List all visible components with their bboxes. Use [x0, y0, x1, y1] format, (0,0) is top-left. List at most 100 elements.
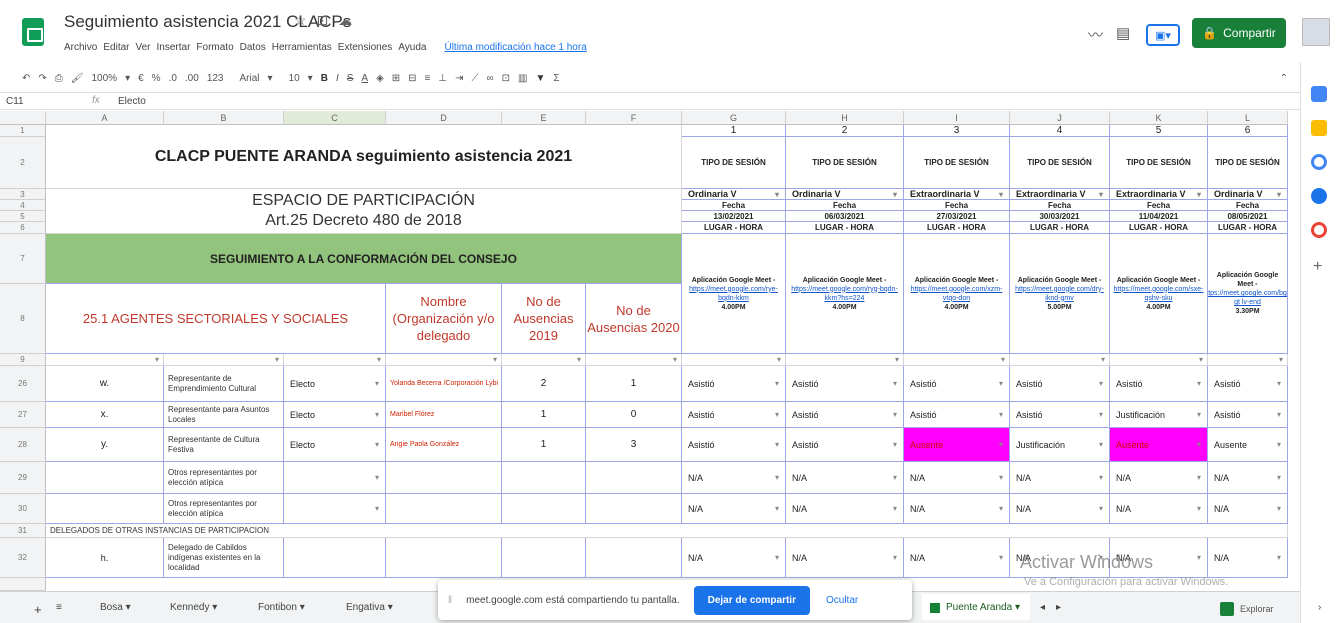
attendance-dropdown-cell[interactable]: N/A	[1010, 494, 1110, 524]
text-wrap-icon[interactable]: ⇥	[455, 73, 463, 84]
chevron-down-icon[interactable]	[893, 410, 897, 419]
session-class-dropdown[interactable]: Ordinaria V	[786, 189, 904, 200]
attendance-dropdown-cell[interactable]: N/A	[682, 538, 786, 578]
filter-dropdown-icon[interactable]: ▾	[275, 355, 279, 364]
session-type-header-cell[interactable]: TIPO DE SESIÓN	[1010, 137, 1110, 189]
move-folder-icon[interactable]: ⊡	[317, 12, 339, 28]
meet-link[interactable]: https://meet.google.com/dry-iknd-gmv	[1013, 285, 1106, 303]
session-meet-cell[interactable]: Aplicación Google Meet -https://meet.goo…	[1110, 234, 1208, 354]
chevron-down-icon[interactable]	[893, 504, 897, 513]
meet-link[interactable]: https://meet.google.com/xzm-vtqo-don	[907, 285, 1006, 303]
avatar[interactable]	[1302, 18, 1330, 46]
strikethrough-button[interactable]: S	[347, 73, 354, 84]
chevron-down-icon[interactable]: ▾	[268, 73, 273, 84]
row-header[interactable]: 1	[0, 125, 46, 137]
fill-color-icon[interactable]: ◈	[376, 73, 384, 84]
chevron-down-icon[interactable]	[775, 379, 779, 388]
row-header[interactable]: 30	[0, 494, 46, 524]
explore-button[interactable]: Explorar	[1220, 600, 1284, 618]
meet-link[interactable]: https://meet.google.com/rye-bqdn-kkm	[685, 285, 782, 303]
fecha-label-cell[interactable]: Fecha	[682, 200, 786, 211]
nombre-cell[interactable]: Angie Paola González	[386, 428, 502, 462]
meet-link[interactable]: https://meet.google.com/sxe-qshv-sku	[1113, 285, 1204, 303]
column-header-i[interactable]: I	[904, 111, 1010, 125]
attendance-dropdown-cell[interactable]: N/A	[1110, 494, 1208, 524]
chevron-down-icon[interactable]	[1197, 553, 1201, 562]
fecha-label-cell[interactable]: Fecha	[904, 200, 1010, 211]
row-letter-cell[interactable]: x.	[46, 402, 164, 428]
functions-button[interactable]: Σ	[553, 73, 559, 84]
filter-cell[interactable]: ▾	[284, 354, 386, 366]
chevron-down-icon[interactable]	[999, 553, 1003, 562]
menu-datos[interactable]: Datos	[240, 42, 266, 53]
add-sheet-icon[interactable]: +	[34, 602, 42, 617]
delegados-section-cell[interactable]: DELEGADOS DE OTRAS INSTANCIAS DE PARTICI…	[46, 524, 1288, 538]
undo-icon[interactable]: ↶	[22, 73, 30, 84]
session-meet-cell[interactable]: Aplicación Google Meet -https://meet.goo…	[904, 234, 1010, 354]
nombre-cell[interactable]: Yolanda Becerra /Corporación Lybi	[386, 366, 502, 402]
column-header-d[interactable]: D	[386, 111, 502, 125]
share-button[interactable]: 🔒 Compartir	[1192, 18, 1286, 48]
row32-estado-cell[interactable]	[284, 538, 386, 578]
menu-herramientas[interactable]: Herramientas	[272, 42, 332, 53]
chevron-down-icon[interactable]	[1277, 553, 1281, 562]
attendance-dropdown-cell[interactable]: Ausente	[1208, 428, 1288, 462]
filter-cell[interactable]: ▾	[164, 354, 284, 366]
keep-icon[interactable]	[1311, 120, 1327, 136]
column-header-e[interactable]: E	[502, 111, 586, 125]
ausencias-2019-cell[interactable]: 1	[502, 402, 586, 428]
row-header[interactable]: 2	[0, 137, 46, 189]
ausencias-2019-cell[interactable]	[502, 494, 586, 524]
row-header[interactable]: 7	[0, 234, 46, 284]
chevron-down-icon[interactable]	[775, 190, 779, 199]
row-header[interactable]: 9	[0, 354, 46, 366]
session-number-cell[interactable]: 4	[1010, 125, 1110, 137]
row-header[interactable]: 31	[0, 524, 46, 538]
stop-sharing-button[interactable]: Dejar de compartir	[693, 585, 810, 615]
chevron-down-icon[interactable]	[1277, 379, 1281, 388]
attendance-dropdown-cell[interactable]: N/A	[1208, 494, 1288, 524]
attendance-dropdown-cell[interactable]: Asistió	[786, 402, 904, 428]
representative-cell[interactable]: Otros representantes por elección atípic…	[164, 494, 284, 524]
estado-dropdown-cell[interactable]: Electo	[284, 428, 386, 462]
estado-dropdown-cell[interactable]: Electo	[284, 402, 386, 428]
filter-dropdown-icon[interactable]: ▾	[777, 355, 781, 364]
filter-cell[interactable]: ▾	[904, 354, 1010, 366]
row-header[interactable]: 26	[0, 366, 46, 402]
zoom-select[interactable]: 100%	[91, 73, 117, 84]
attendance-dropdown-cell[interactable]: N/A	[1208, 462, 1288, 494]
row-letter-cell[interactable]: w.	[46, 366, 164, 402]
row32-letter-cell[interactable]: h.	[46, 538, 164, 578]
bold-button[interactable]: B	[321, 73, 328, 84]
row-header[interactable]	[0, 578, 46, 591]
filter-cell[interactable]: ▾	[1010, 354, 1110, 366]
attendance-dropdown-cell[interactable]: Ausente	[1110, 428, 1208, 462]
column-header-j[interactable]: J	[1010, 111, 1110, 125]
chevron-down-icon[interactable]	[1197, 473, 1201, 482]
representative-cell[interactable]: Representante de Cultura Festiva	[164, 428, 284, 462]
session-number-cell[interactable]: 5	[1110, 125, 1208, 137]
estado-dropdown-cell[interactable]: Electo	[284, 366, 386, 402]
scroll-tabs-right-icon[interactable]: ▸	[1056, 602, 1061, 613]
redo-icon[interactable]: ↷	[38, 73, 46, 84]
session-type-header-cell[interactable]: TIPO DE SESIÓN	[786, 137, 904, 189]
chevron-down-icon[interactable]	[1277, 190, 1281, 199]
chevron-down-icon[interactable]	[1277, 473, 1281, 482]
chevron-down-icon[interactable]: ▾	[308, 73, 313, 84]
session-date-cell[interactable]: 08/05/2021	[1208, 211, 1288, 222]
chevron-down-icon[interactable]	[1277, 504, 1281, 513]
filter-cell[interactable]: ▾	[502, 354, 586, 366]
attendance-dropdown-cell[interactable]: N/A	[1110, 462, 1208, 494]
session-meet-cell[interactable]: Aplicación Google Meet -https://meet.goo…	[786, 234, 904, 354]
filter-dropdown-icon[interactable]: ▾	[155, 355, 159, 364]
meet-link[interactable]: https://meet.google.com/bgx-gt lv-end	[1208, 289, 1287, 307]
tab-fontibon[interactable]: Fontibon ▾	[258, 602, 305, 613]
text-rotate-icon[interactable]: ⟋	[472, 73, 479, 84]
session-class-dropdown[interactable]: Extraordinaria V	[1010, 189, 1110, 200]
nombre-cell[interactable]	[386, 494, 502, 524]
chevron-down-icon[interactable]	[999, 504, 1003, 513]
attendance-dropdown-cell[interactable]: Asistió	[786, 428, 904, 462]
session-meet-cell[interactable]: Aplicación Google Meet -https://meet.goo…	[682, 234, 786, 354]
chevron-down-icon[interactable]	[893, 440, 897, 449]
attendance-dropdown-cell[interactable]: Asistió	[1110, 366, 1208, 402]
